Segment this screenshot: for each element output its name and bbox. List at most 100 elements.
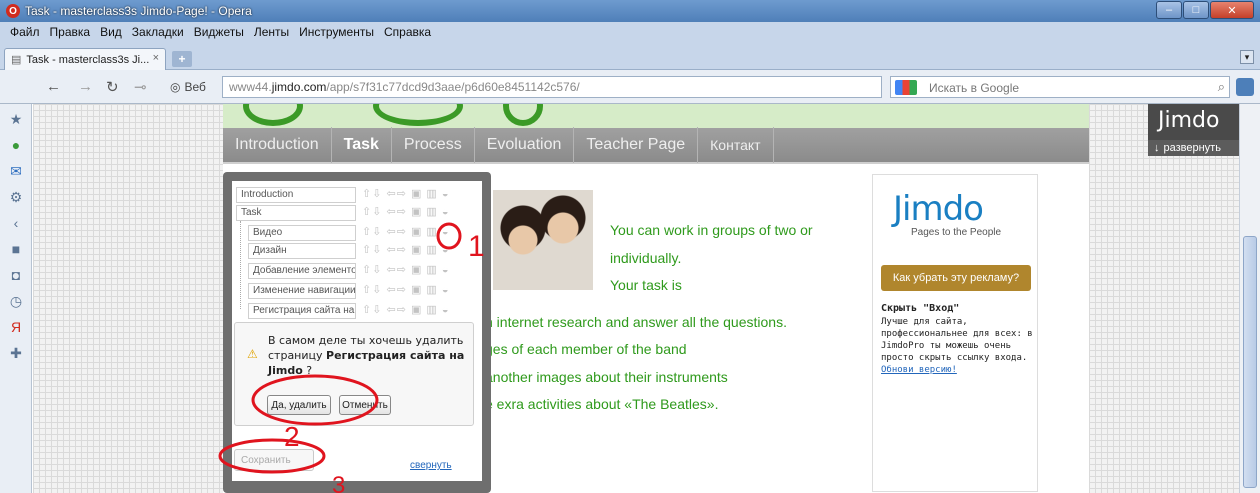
expand-label: развернуть [1163, 142, 1221, 154]
nav-teacher-page[interactable]: Teacher Page [574, 127, 699, 163]
nav-entry[interactable]: Дизайн [248, 243, 356, 259]
window-titlebar: O Task - masterclass3s Jimdo-Page! - Ope… [0, 0, 1260, 22]
beatles-photo [493, 190, 593, 290]
key-icon[interactable]: ⊸ [134, 78, 147, 96]
nav-process[interactable]: Process [392, 127, 475, 163]
row-controls[interactable]: ⇧⇩ ⇦⇨ ▣ ▥ ◒ [362, 243, 450, 259]
search-placeholder: Искать в Google [929, 81, 1020, 95]
sidebar-ad-column: Jimdo Pages to the People Как убрать эту… [872, 174, 1038, 492]
menu-feeds[interactable]: Ленты [254, 25, 289, 39]
bookmarks-star-icon[interactable]: ★ [7, 110, 25, 128]
close-window-button[interactable]: ✕ [1210, 1, 1254, 19]
row-controls[interactable]: ⇧⇩ ⇦⇨ ▣ ▥ ◒ [362, 225, 450, 241]
navigation-bar: ← → ↻ ⊸ ◎ Веб www44.jimdo.com/app/s7f31c… [0, 70, 1260, 104]
history-icon[interactable]: ◷ [7, 292, 25, 310]
content-line: n internet research and answer all the q… [485, 314, 787, 330]
save-button[interactable]: Сохранить [234, 449, 314, 471]
downloads-icon[interactable] [1236, 78, 1254, 96]
confirm-text-end: ? [302, 364, 313, 377]
opera-panel-sidebar: ★ ● ✉ ⚙ ‹ ■ ◘ ◷ Я ✚ [0, 104, 32, 493]
url-prefix: www44. [229, 80, 272, 94]
page-viewport: Introduction Task Process Evoluation Tea… [33, 104, 1239, 493]
warning-icon: ⚠ [247, 347, 258, 361]
widgets-icon[interactable]: ● [7, 136, 25, 154]
confirm-message: В самом деле ты хочешь удалить страницу … [268, 333, 468, 378]
back-icon[interactable]: ← [46, 78, 61, 95]
tab-label: Task - masterclass3s Ji... [26, 53, 150, 66]
forward-icon[interactable]: → [78, 78, 93, 95]
search-icon[interactable]: ⌕ [1218, 79, 1225, 95]
window-title: Task - masterclass3s Jimdo-Page! - Opera [25, 4, 252, 18]
cancel-delete-button[interactable]: Отменить [339, 395, 391, 415]
confirm-delete-button[interactable]: Да, удалить [267, 395, 331, 415]
row-controls[interactable]: ⇧⇩ ⇦⇨ ▣ ▥ ◒ [362, 303, 450, 319]
reload-icon[interactable]: ↻ [106, 78, 119, 96]
mail-icon[interactable]: ✉ [7, 162, 25, 180]
tab-close-icon[interactable]: × [153, 52, 159, 64]
address-input[interactable]: www44.jimdo.com/app/s7f31c77dcd9d3aae/p6… [222, 76, 882, 98]
header-decoration [243, 104, 303, 126]
jimdo-admin-badge: Jimdo ↓ развернуть [1148, 104, 1239, 156]
row-controls[interactable]: ⇧⇩ ⇦⇨ ▣ ▥ ◒ [362, 205, 450, 221]
row-controls[interactable]: ⇧⇩ ⇦⇨ ▣ ▥ ◒ [362, 263, 450, 279]
nav-introduction[interactable]: Introduction [223, 127, 332, 163]
transfers-icon[interactable]: ◘ [7, 266, 25, 284]
add-panel-icon[interactable]: ✚ [7, 344, 25, 362]
menu-file[interactable]: Файл [10, 25, 40, 39]
google-icon[interactable] [895, 80, 917, 95]
new-tab-button[interactable]: + [172, 51, 192, 67]
feeds-icon[interactable]: ‹ [7, 214, 25, 232]
vertical-scrollbar[interactable] [1239, 104, 1260, 493]
jimdo-tagline: Pages to the People [911, 227, 1002, 238]
opera-logo-icon: O [6, 4, 20, 18]
jimdo-logo[interactable]: Jimdo [893, 189, 984, 229]
navigation-editor: Introduction ⇧⇩ ⇦⇨ ▣ ▥ ◒ Task ⇧⇩ ⇦⇨ ▣ ▥ … [232, 181, 482, 481]
nav-entry[interactable]: Добавление элементов [248, 263, 356, 279]
row-controls[interactable]: ⇧⇩ ⇦⇨ ▣ ▥ ◒ [362, 283, 450, 299]
menu-bar: Файл Правка Вид Закладки Виджеты Ленты И… [0, 22, 1260, 42]
globe-icon: ◎ [170, 80, 181, 94]
menu-edit[interactable]: Правка [50, 25, 91, 39]
collapse-link[interactable]: свернуть [410, 460, 452, 471]
row-controls[interactable]: ⇧⇩ ⇦⇨ ▣ ▥ ◒ [362, 187, 450, 203]
url-path: /app/s7f31c77dcd9d3aae/p6d60e8451142c576… [326, 80, 580, 94]
yandex-icon[interactable]: Я [7, 318, 25, 336]
nav-entry[interactable]: Introduction [236, 187, 356, 203]
upgrade-link[interactable]: Обнови версию! [881, 365, 957, 375]
menu-bookmarks[interactable]: Закладки [132, 25, 184, 39]
menu-tools[interactable]: Инструменты [299, 25, 374, 39]
settings-gear-icon[interactable]: ⚙ [7, 188, 25, 206]
nav-evoluation[interactable]: Evoluation [475, 127, 575, 163]
navigation-editor-panel: Introduction ⇧⇩ ⇦⇨ ▣ ▥ ◒ Task ⇧⇩ ⇦⇨ ▣ ▥ … [223, 172, 491, 493]
page-icon: ▤ [11, 54, 22, 66]
scrollbar-thumb[interactable] [1243, 236, 1257, 488]
header-decoration [503, 104, 543, 126]
notes-icon[interactable]: ■ [7, 240, 25, 258]
content-line: individually. [610, 250, 682, 266]
minimize-button[interactable]: – [1156, 1, 1182, 19]
nav-contact[interactable]: Контакт [698, 127, 774, 163]
url-host: jimdo.com [271, 80, 327, 94]
menu-widgets[interactable]: Виджеты [194, 25, 244, 39]
maximize-button[interactable]: □ [1183, 1, 1209, 19]
expand-button[interactable]: ↓ развернуть [1148, 140, 1239, 156]
menu-view[interactable]: Вид [100, 25, 122, 39]
nav-task[interactable]: Task [332, 127, 392, 163]
content-line: another images about their instruments [485, 369, 728, 385]
remove-ads-button[interactable]: Как убрать эту рекламу? [881, 265, 1031, 291]
nav-entry[interactable]: Регистрация сайта на Jimdo [248, 303, 356, 319]
hide-login-text: Лучше для сайта, профессиональнее для вс… [881, 316, 1037, 376]
web-indicator[interactable]: ◎ Веб [170, 80, 206, 94]
jimdo-badge-logo[interactable]: Jimdo [1158, 108, 1219, 133]
tab-bar: ▤ Task - masterclass3s Ji... × + ▾ [0, 42, 1260, 70]
nav-entry[interactable]: Изменение навигации [248, 283, 356, 299]
window-controls: – □ ✕ [1155, 1, 1254, 19]
tree-line [240, 221, 241, 309]
tab-task[interactable]: ▤ Task - masterclass3s Ji... × [4, 48, 166, 70]
nav-entry[interactable]: Task [236, 205, 356, 221]
menu-help[interactable]: Справка [384, 25, 431, 39]
delete-confirm-dialog: ⚠ В самом деле ты хочешь удалить страниц… [234, 322, 474, 426]
tab-menu-icon[interactable]: ▾ [1240, 50, 1254, 64]
nav-entry[interactable]: Видео [248, 225, 356, 241]
search-input[interactable]: Искать в Google ⌕ [890, 76, 1230, 98]
